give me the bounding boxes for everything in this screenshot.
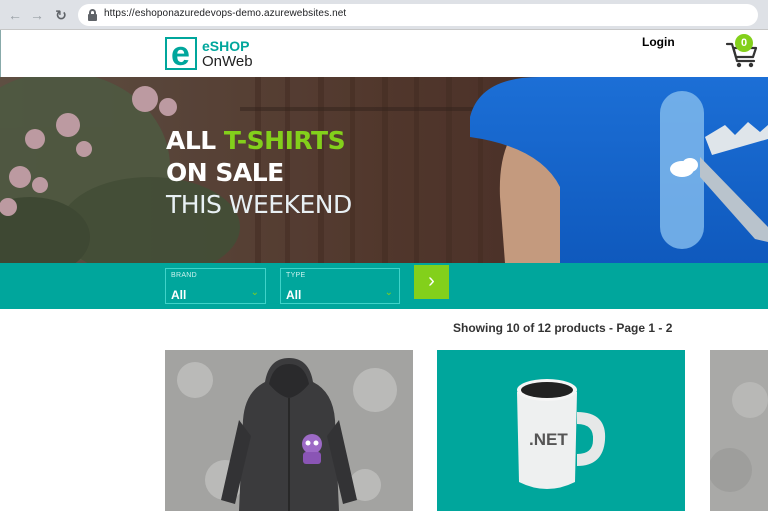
type-filter-label: TYPE bbox=[286, 272, 306, 279]
chevron-down-icon: ⌄ bbox=[250, 287, 259, 298]
login-link[interactable]: Login bbox=[642, 35, 675, 49]
reload-icon[interactable]: ↻ bbox=[52, 6, 70, 24]
logo-text-onweb: OnWeb bbox=[202, 53, 253, 70]
type-filter-value: All bbox=[286, 288, 302, 302]
brand-filter-label: BRAND bbox=[171, 272, 198, 279]
apply-filter-button[interactable]: › bbox=[414, 265, 449, 299]
cart-count-badge: 0 bbox=[735, 34, 753, 52]
cart-button[interactable]: 0 bbox=[725, 34, 759, 68]
hero-headline: ALL T-SHIRTS ON SALE THIS WEEKEND bbox=[166, 125, 352, 221]
eshop-logo[interactable]: e eSHOP OnWeb bbox=[165, 35, 265, 73]
address-url[interactable]: https://eshoponazuredevops-demo.azureweb… bbox=[104, 8, 346, 19]
catalog-filter-bar: BRAND All ⌄ TYPE All ⌄ › bbox=[0, 263, 768, 309]
back-arrow-icon[interactable]: ← bbox=[6, 6, 24, 24]
forward-arrow-icon[interactable]: → bbox=[28, 6, 46, 24]
site-header: e eSHOP OnWeb Login 0 bbox=[0, 30, 768, 77]
logo-text-eshop: eSHOP bbox=[202, 38, 250, 54]
hero-line-3: THIS WEEKEND bbox=[166, 190, 352, 219]
type-filter-select[interactable]: TYPE All ⌄ bbox=[280, 268, 400, 304]
hero-banner: ALL T-SHIRTS ON SALE THIS WEEKEND bbox=[0, 77, 768, 263]
product-card[interactable]: .NET bbox=[437, 350, 685, 511]
chevron-right-icon: › bbox=[428, 270, 435, 292]
product-image-partial bbox=[710, 350, 768, 511]
pagination-summary: Showing 10 of 12 products - Page 1 - 2 bbox=[453, 321, 673, 335]
hero-accent: T-SHIRTS bbox=[223, 126, 346, 155]
brand-filter-value: All bbox=[171, 288, 187, 302]
lock-icon bbox=[88, 9, 97, 21]
brand-filter-select[interactable]: BRAND All ⌄ bbox=[165, 268, 266, 304]
hero-line-1: ALL T-SHIRTS bbox=[166, 126, 346, 155]
logo-mark: e bbox=[165, 35, 197, 73]
product-card[interactable] bbox=[165, 350, 413, 511]
product-image-mug: .NET bbox=[437, 350, 685, 511]
chevron-down-icon: ⌄ bbox=[384, 287, 393, 298]
product-card[interactable] bbox=[710, 350, 768, 511]
hero-background-image bbox=[0, 77, 768, 263]
mug-print-text: .NET bbox=[529, 430, 568, 449]
hero-line-2: ON SALE bbox=[166, 158, 284, 187]
product-image-hoodie bbox=[165, 350, 413, 511]
address-bar[interactable]: https://eshoponazuredevops-demo.azureweb… bbox=[78, 4, 758, 26]
browser-toolbar: ← → ↻ https://eshoponazuredevops-demo.az… bbox=[0, 0, 768, 30]
